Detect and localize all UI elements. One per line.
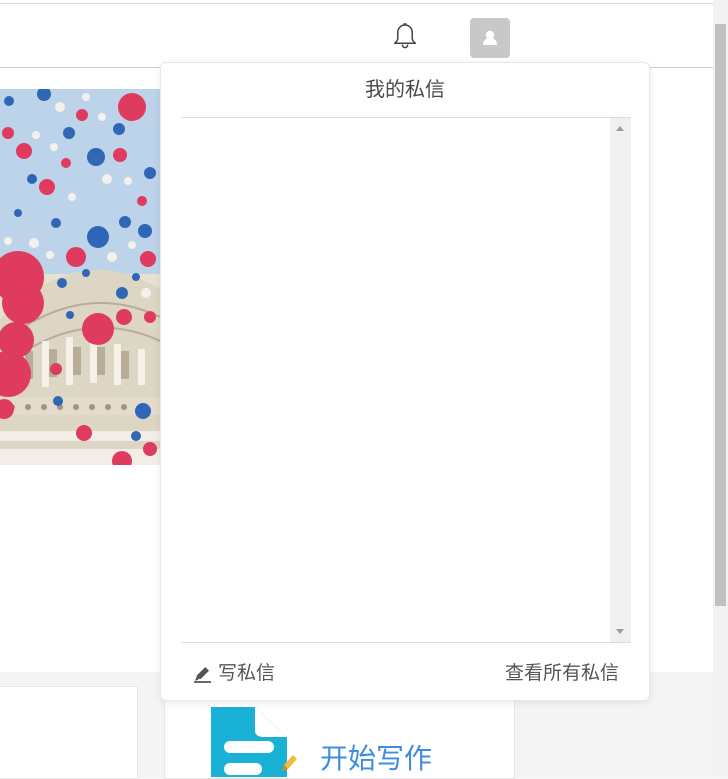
document-icon xyxy=(211,707,297,777)
scroll-up-icon[interactable] xyxy=(616,126,624,131)
scroll-down-icon[interactable] xyxy=(616,629,624,634)
user-icon xyxy=(483,30,497,45)
messages-dropdown: 我的私信 写私信 查看所有私信 xyxy=(160,62,650,701)
start-writing-label[interactable]: 开始写作 xyxy=(320,743,432,775)
bell-icon xyxy=(393,23,417,49)
messages-panel-footer: 写私信 查看所有私信 xyxy=(181,643,631,701)
user-avatar-button[interactable] xyxy=(470,18,510,58)
messages-list-scrollbar[interactable] xyxy=(610,118,631,642)
top-navbar xyxy=(0,4,713,68)
pencil-icon xyxy=(194,666,211,683)
messages-list[interactable] xyxy=(181,117,631,643)
page-scrollbar[interactable] xyxy=(713,0,728,777)
compose-message-link[interactable]: 写私信 xyxy=(193,661,275,685)
left-card xyxy=(0,686,138,779)
page-scrollbar-thumb[interactable] xyxy=(715,24,726,606)
hero-image xyxy=(0,89,160,465)
messages-panel-title: 我的私信 xyxy=(365,77,445,101)
notification-button[interactable] xyxy=(392,22,418,52)
view-all-messages-link[interactable]: 查看所有私信 xyxy=(505,661,619,685)
compose-message-label[interactable]: 写私信 xyxy=(218,661,275,685)
